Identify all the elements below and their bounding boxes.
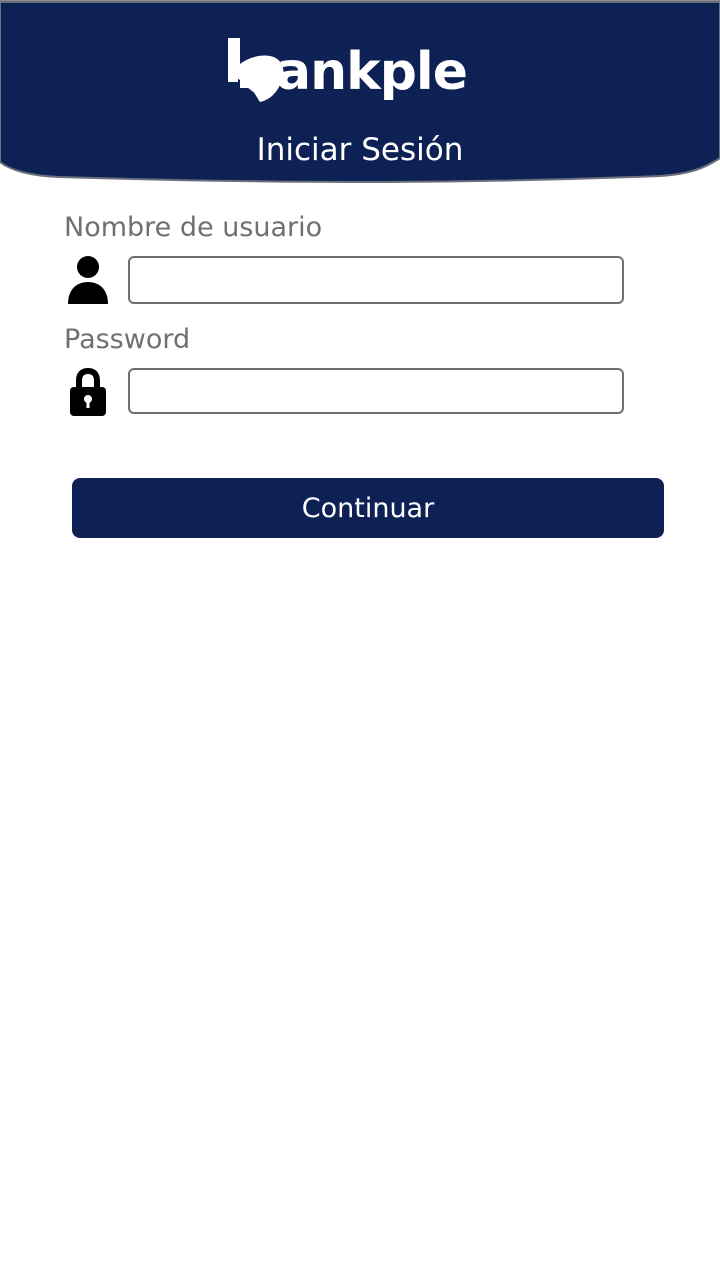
header-banner: ankple Iniciar Sesión xyxy=(0,0,720,184)
username-input[interactable] xyxy=(128,256,624,304)
password-input[interactable] xyxy=(128,368,624,414)
password-label: Password xyxy=(64,324,191,355)
continue-button[interactable]: Continuar xyxy=(72,478,664,538)
bankple-logo: ankple xyxy=(226,36,488,108)
person-icon xyxy=(66,255,110,310)
lock-icon xyxy=(66,366,110,423)
page-title: Iniciar Sesión xyxy=(256,132,464,168)
username-label: Nombre de usuario xyxy=(64,212,323,243)
bankple-logo-wordmark: ankple xyxy=(276,42,468,102)
